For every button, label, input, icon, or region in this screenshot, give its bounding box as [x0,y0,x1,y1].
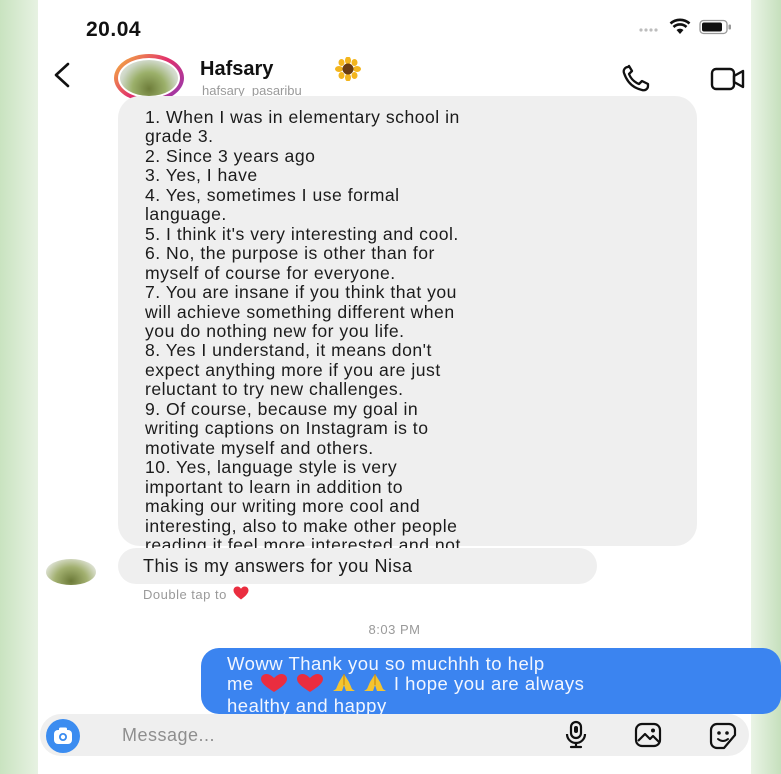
message-line: important to learn in addition to [145,476,404,497]
heart-icon [295,673,325,696]
chat-screen: 20.04 Hafsary hafsary_pasaribu 1. When I… [38,0,781,774]
message-line: language. [145,204,227,225]
phone-call-icon[interactable] [621,64,651,97]
outgoing-line-2-suffix: I hope you are always [393,673,585,694]
incoming-message-bubble[interactable]: 1. When I was in elementary school in gr… [118,96,697,574]
message-line: 2. Since 3 years ago [145,145,316,166]
message-timestamp: 8:03 PM [368,622,421,637]
message-line: 4. Yes, sometimes I use formal [145,184,400,205]
back-arrow-icon[interactable] [52,62,72,93]
message-line: you do nothing new for you life. [145,320,405,341]
video-call-icon[interactable] [710,66,746,97]
battery-icon [699,19,733,40]
gallery-icon[interactable] [634,722,662,753]
outgoing-line-1: Woww Thank you so muchhh to help [227,653,545,674]
answer-message-text: This is my answers for you Nisa [143,556,413,576]
sunflower-emoji [334,56,362,86]
message-line: making our writing more cool and [145,496,421,517]
message-line: 8. Yes I understand, it means don't [145,340,432,361]
heart-icon [259,673,289,696]
praying-hands-icon [331,673,357,696]
outgoing-line-2: me I hope you are always [227,673,771,696]
heart-icon [233,586,249,603]
avatar[interactable] [118,58,180,98]
camera-button[interactable] [46,719,80,753]
status-icons [639,18,733,40]
contact-name[interactable]: Hafsary [200,58,273,81]
signal-dots-icon [639,20,661,38]
message-line: 1. When I was in elementary school in [145,107,460,127]
outgoing-message-bubble[interactable]: Woww Thank you so muchhh to help me I ho… [201,648,781,716]
outgoing-line-3: healthy and happy [227,695,387,716]
message-line: writing captions on Instagram is to [145,418,429,439]
message-line: interesting, also to make other people [145,515,458,536]
status-time: 20.04 [86,18,142,41]
message-line: expect anything more if you are just [145,359,441,380]
message-line: grade 3. [145,126,214,147]
message-line: motivate myself and others. [145,437,374,458]
outgoing-line-2-prefix: me [227,673,254,694]
double-tap-label: Double tap to [143,587,227,602]
message-line: will achieve something different when [145,301,455,322]
message-line: 10. Yes, language style is very [145,457,398,478]
message-input[interactable]: Message... [122,725,215,746]
message-line: 7. You are insane if you think that you [145,282,457,303]
sticker-icon[interactable] [708,722,738,755]
background-edge-left [0,0,38,774]
message-line: myself of course for everyone. [145,262,396,283]
message-composer[interactable]: Message... [40,714,749,756]
message-line: reluctant to try new challenges. [145,379,404,400]
camera-icon [54,727,72,744]
praying-hands-icon [362,673,388,696]
wifi-icon [669,18,691,40]
mic-icon[interactable] [564,720,588,755]
sender-avatar[interactable] [46,559,96,585]
message-line: 3. Yes, I have [145,165,258,186]
message-line: 9. Of course, because my goal in [145,398,419,419]
answer-message-bubble[interactable]: This is my answers for you Nisa [118,548,597,584]
message-line: 5. I think it's very interesting and coo… [145,223,459,244]
double-tap-hint: Double tap to [143,586,249,603]
message-line: 6. No, the purpose is other than for [145,243,435,264]
